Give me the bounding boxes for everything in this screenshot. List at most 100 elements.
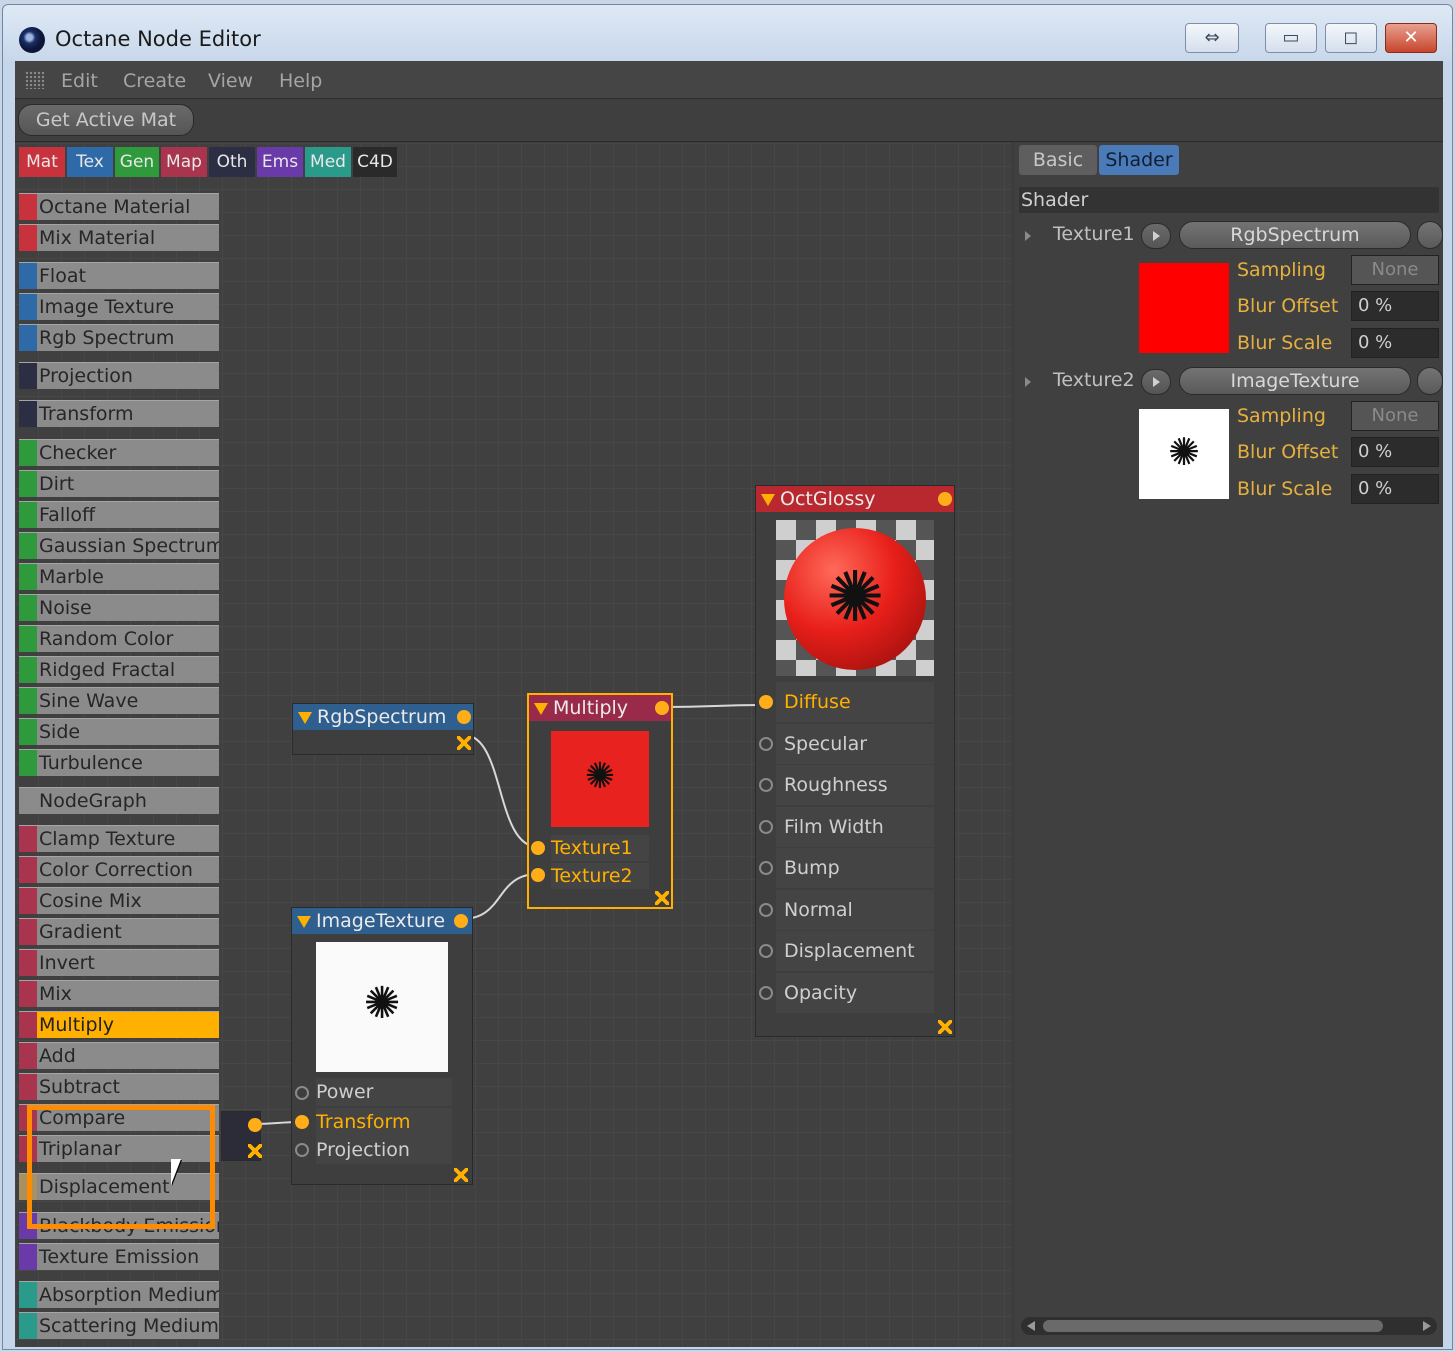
- menu-help[interactable]: Help: [279, 70, 322, 92]
- library-item-checker[interactable]: Checker: [19, 439, 219, 466]
- library-item-mix[interactable]: Mix: [19, 980, 219, 1007]
- library-item-random-color[interactable]: Random Color: [19, 625, 219, 652]
- library-item-nodegraph[interactable]: NodeGraph: [19, 787, 219, 814]
- library-item-add[interactable]: Add: [19, 1042, 219, 1069]
- imagetexture-output-port[interactable]: [454, 914, 468, 928]
- menu-view[interactable]: View: [208, 70, 253, 92]
- texture1-input-port[interactable]: [531, 841, 545, 855]
- texture2-image-swatch[interactable]: ✺: [1139, 409, 1229, 499]
- texture1-more-button[interactable]: [1417, 221, 1443, 249]
- resize-icon[interactable]: [248, 1144, 262, 1158]
- texture2-input-port[interactable]: [531, 868, 545, 882]
- octglossy-output-port[interactable]: [938, 492, 952, 506]
- library-item-texture-emission[interactable]: Texture Emission: [19, 1243, 219, 1270]
- normal-input-port[interactable]: [759, 902, 773, 917]
- texture2-arrow-button[interactable]: [1141, 369, 1171, 395]
- pin-film-width[interactable]: Film Width: [776, 806, 934, 847]
- scroll-thumb[interactable]: [1043, 1320, 1383, 1332]
- library-item-absorption-medium[interactable]: Absorption Medium: [19, 1281, 219, 1308]
- library-item-gaussian-spectrum[interactable]: Gaussian Spectrum: [19, 532, 219, 559]
- library-item-multiply[interactable]: Multiply: [19, 1011, 219, 1038]
- multiply-output-port[interactable]: [655, 701, 669, 715]
- library-item-falloff[interactable]: Falloff: [19, 501, 219, 528]
- category-tab-mat[interactable]: Mat: [19, 147, 65, 177]
- power-input-port[interactable]: [295, 1086, 309, 1100]
- maximize-button[interactable]: ◻: [1325, 23, 1377, 53]
- pin-transform[interactable]: Transform: [316, 1108, 452, 1136]
- expand-texture2-icon[interactable]: [1025, 377, 1031, 387]
- tab-shader[interactable]: Shader: [1099, 145, 1179, 175]
- node-header[interactable]: Multiply: [529, 695, 671, 721]
- library-item-gradient[interactable]: Gradient: [19, 918, 219, 945]
- transform-output-port[interactable]: [248, 1118, 262, 1132]
- category-tab-tex[interactable]: Tex: [67, 147, 113, 177]
- library-item-subtract[interactable]: Subtract: [19, 1073, 219, 1100]
- library-item-noise[interactable]: Noise: [19, 594, 219, 621]
- transform-stub-node[interactable]: [221, 1111, 262, 1161]
- collapse-triangle-icon[interactable]: [298, 712, 312, 724]
- texture2-blur-scale-field[interactable]: 0 %: [1351, 474, 1439, 504]
- node-canvas[interactable]: Mat Tex Gen Map Oth Ems Med C4D Octane Material…: [15, 143, 1011, 1347]
- library-item-projection[interactable]: Projection: [19, 362, 219, 389]
- texture1-blur-offset-field[interactable]: 0 %: [1351, 291, 1439, 321]
- pin-texture2[interactable]: Texture2: [551, 863, 649, 889]
- menu-create[interactable]: Create: [123, 70, 186, 92]
- library-item-side[interactable]: Side: [19, 718, 219, 745]
- pin-diffuse[interactable]: Diffuse: [776, 682, 934, 722]
- library-item-turbulence[interactable]: Turbulence: [19, 749, 219, 776]
- collapse-triangle-icon[interactable]: [297, 916, 311, 928]
- imagetexture-node[interactable]: ImageTexture ✺ Power Transform Projectio…: [291, 907, 473, 1185]
- library-item-clamp-texture[interactable]: Clamp Texture: [19, 825, 219, 852]
- pin-projection[interactable]: Projection: [316, 1136, 452, 1164]
- specular-input-port[interactable]: [759, 736, 773, 751]
- texture1-sampling-field[interactable]: None: [1351, 255, 1439, 285]
- tab-basic[interactable]: Basic: [1019, 145, 1097, 175]
- transform-input-port[interactable]: [295, 1115, 309, 1129]
- projection-input-port[interactable]: [295, 1143, 309, 1157]
- roughness-input-port[interactable]: [759, 778, 773, 792]
- library-item-transform[interactable]: Transform: [19, 400, 219, 427]
- library-item-marble[interactable]: Marble: [19, 563, 219, 590]
- texture1-color-swatch[interactable]: [1139, 263, 1229, 353]
- scroll-left-icon[interactable]: [1027, 1321, 1035, 1331]
- collapse-triangle-icon[interactable]: [761, 494, 775, 506]
- library-item-dirt[interactable]: Dirt: [19, 470, 219, 497]
- texture2-blur-offset-field[interactable]: 0 %: [1351, 437, 1439, 467]
- diffuse-input-port[interactable]: [759, 695, 773, 709]
- texture1-blur-scale-field[interactable]: 0 %: [1351, 328, 1439, 358]
- category-tab-map[interactable]: Map: [161, 147, 207, 177]
- texture1-value-button[interactable]: RgbSpectrum: [1179, 221, 1411, 249]
- minimize-button[interactable]: ▭: [1265, 23, 1317, 53]
- texture1-arrow-button[interactable]: [1141, 223, 1171, 249]
- opacity-input-port[interactable]: [759, 985, 773, 1000]
- rgbspectrum-output-port[interactable]: [457, 710, 471, 724]
- close-button[interactable]: ✕: [1385, 23, 1437, 53]
- scroll-right-icon[interactable]: [1423, 1321, 1431, 1331]
- swap-icon[interactable]: ⇔: [1185, 23, 1239, 53]
- texture2-more-button[interactable]: [1417, 367, 1443, 395]
- resize-icon[interactable]: [457, 736, 471, 750]
- octglossy-node[interactable]: OctGlossy ✺ Diffuse Specular Roughness Film…: [755, 485, 955, 1037]
- library-item-rgb-spectrum[interactable]: Rgb Spectrum: [19, 324, 219, 351]
- library-item-color-correction[interactable]: Color Correction: [19, 856, 219, 883]
- library-item-image-texture[interactable]: Image Texture: [19, 293, 219, 320]
- rgbspectrum-node[interactable]: RgbSpectrum: [292, 703, 474, 755]
- node-header[interactable]: ImageTexture: [292, 908, 472, 934]
- collapse-triangle-icon[interactable]: [534, 703, 548, 715]
- library-item-ridged-fractal[interactable]: Ridged Fractal: [19, 656, 219, 683]
- grip-icon[interactable]: [25, 71, 45, 89]
- expand-texture1-icon[interactable]: [1025, 231, 1031, 241]
- pin-normal[interactable]: Normal: [776, 889, 934, 930]
- attribute-horizontal-scrollbar[interactable]: [1021, 1317, 1437, 1335]
- pin-displacement[interactable]: Displacement: [776, 931, 934, 971]
- resize-icon[interactable]: [938, 1020, 952, 1034]
- texture2-sampling-field[interactable]: None: [1351, 401, 1439, 431]
- resize-icon[interactable]: [655, 891, 669, 905]
- texture2-value-button[interactable]: ImageTexture: [1179, 367, 1411, 395]
- film-width-input-port[interactable]: [759, 819, 773, 834]
- resize-icon[interactable]: [454, 1168, 468, 1182]
- multiply-node[interactable]: Multiply ✺ Texture1 Texture2: [527, 693, 673, 909]
- category-tab-med[interactable]: Med: [305, 147, 351, 177]
- pin-opacity[interactable]: Opacity: [776, 972, 934, 1013]
- pin-power[interactable]: Power: [316, 1078, 452, 1106]
